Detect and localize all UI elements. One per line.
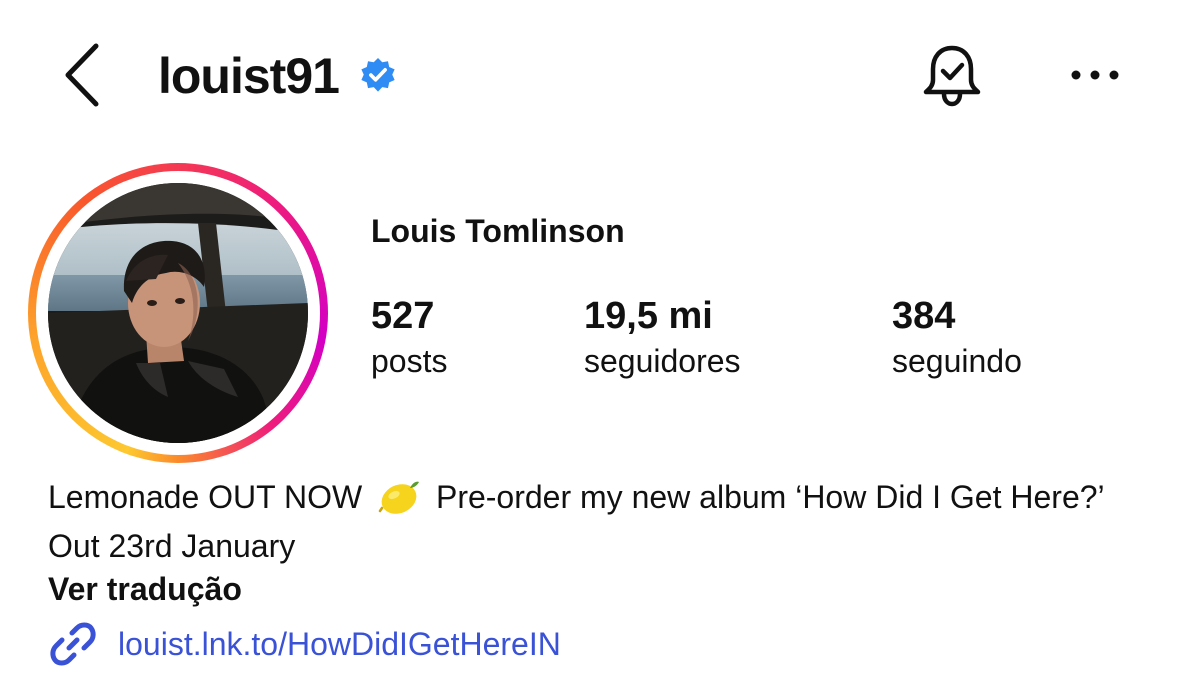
chevron-left-icon [65, 43, 99, 107]
back-button[interactable] [56, 40, 108, 110]
followers-value: 19,5 mi [584, 295, 713, 337]
more-dots-icon [1071, 70, 1119, 80]
see-translation-button[interactable]: Ver tradução [48, 571, 242, 608]
posts-count[interactable]: 527 posts [371, 292, 447, 382]
notifications-button[interactable] [916, 40, 988, 112]
followers-label: seguidores [584, 343, 741, 379]
profile-avatar-story-ring[interactable] [28, 163, 328, 463]
posts-value: 527 [371, 295, 435, 337]
display-name: Louis Tomlinson [371, 213, 625, 249]
lemon-icon [377, 476, 421, 516]
profile-page: louist91 Louis Tomlinson 527 posts 19,5 … [0, 0, 1179, 678]
more-options-button[interactable] [1066, 50, 1124, 100]
posts-label: posts [371, 343, 448, 379]
bio-text: Lemonade OUT NOW Pre-order my new album … [48, 473, 1148, 571]
profile-header-title: louist91 [158, 42, 397, 110]
username: louist91 [158, 48, 340, 104]
bio-line-start: Lemonade OUT NOW [48, 479, 363, 515]
following-value: 384 [892, 295, 956, 337]
following-label: seguindo [892, 343, 1022, 379]
bell-check-icon [923, 45, 981, 107]
bio-link[interactable]: louist.lnk.to/HowDidIGetHereIN [48, 618, 561, 670]
following-count[interactable]: 384 seguindo [892, 292, 1022, 382]
verified-badge-icon [359, 57, 397, 95]
link-url[interactable]: louist.lnk.to/HowDidIGetHereIN [118, 626, 561, 663]
link-icon [50, 622, 96, 666]
followers-count[interactable]: 19,5 mi seguidores [584, 292, 741, 382]
avatar [48, 183, 308, 443]
